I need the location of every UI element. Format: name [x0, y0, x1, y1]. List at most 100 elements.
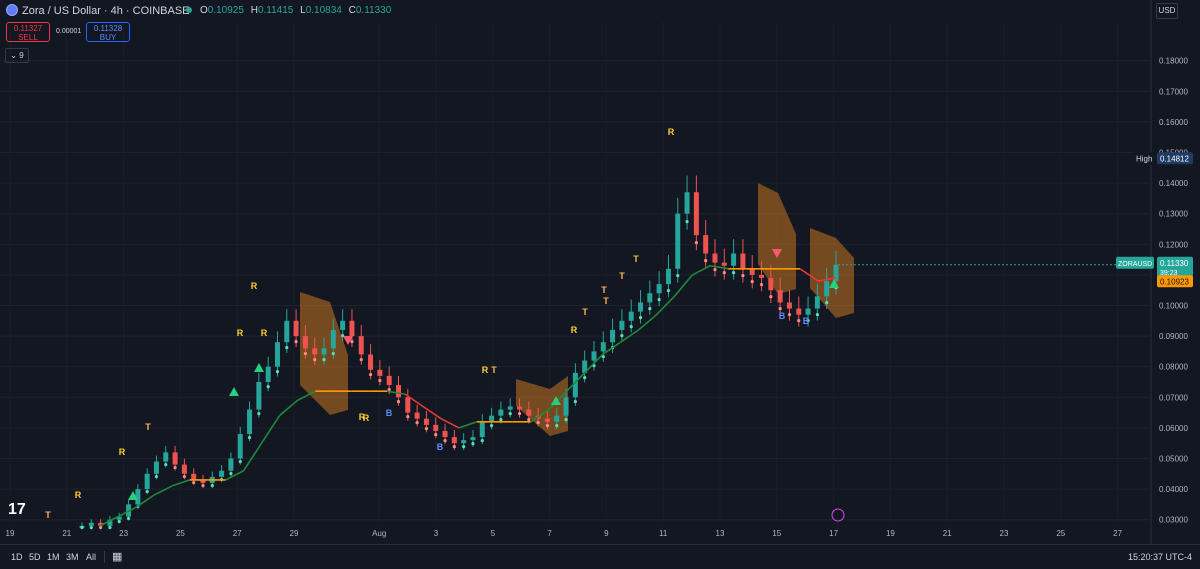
trail-dot	[657, 298, 661, 302]
trail-dot	[499, 417, 503, 422]
divider	[104, 551, 105, 563]
chevron-down-icon: ⌄	[10, 51, 17, 60]
candle-body	[805, 308, 811, 315]
trail-dot	[527, 417, 531, 422]
candle-body	[600, 342, 606, 352]
trail-dot	[164, 462, 168, 467]
candle-body	[675, 213, 681, 269]
trail-dot	[154, 474, 159, 479]
y-tick-label: 0.16000	[1159, 118, 1188, 127]
calendar-range-icon[interactable]: ▦	[112, 550, 126, 563]
candle-body	[358, 336, 364, 355]
candle-body	[312, 348, 318, 355]
x-tick-label: 11	[659, 529, 668, 538]
sell-button[interactable]: 0.11327 SELL	[6, 22, 50, 42]
y-tick-label: 0.03000	[1159, 516, 1188, 525]
trail-dot	[666, 289, 671, 293]
range-all[interactable]: All	[86, 552, 96, 562]
candle-body	[591, 351, 597, 361]
currency-selector[interactable]: USD	[1156, 3, 1178, 19]
signal-label: T	[491, 365, 497, 375]
trail-dot	[257, 411, 261, 416]
candle-body	[526, 409, 532, 416]
trail-dot	[685, 220, 689, 224]
x-tick-label: 27	[1113, 529, 1122, 538]
signal-label: B	[386, 408, 393, 418]
signal-label: R	[251, 281, 258, 291]
trail-line-segment	[692, 265, 711, 276]
chart-header: Zora / US Dollar · 4h · COINBASE O0.1092…	[0, 0, 1150, 22]
candle-body	[768, 277, 774, 291]
candle-body	[610, 329, 616, 343]
trail-dot	[638, 316, 643, 320]
x-tick-label: 15	[772, 529, 781, 538]
signal-label: R	[75, 490, 82, 500]
trail-dot	[704, 259, 708, 263]
trail-dot	[573, 399, 577, 404]
candle-body	[731, 253, 737, 266]
range-5d[interactable]: 5D	[29, 552, 41, 562]
trail-dot	[825, 301, 829, 305]
candle-body	[786, 302, 792, 309]
trail-line-segment	[225, 470, 244, 481]
signal-label: T	[633, 254, 639, 264]
y-tick-label: 0.13000	[1159, 210, 1188, 219]
trail-line-segment	[673, 274, 694, 297]
trail-dot	[210, 483, 214, 488]
signal-label: R	[261, 328, 268, 338]
candle-body	[265, 366, 271, 382]
signal-label: R	[571, 325, 578, 335]
x-tick-label: 19	[6, 529, 15, 538]
buy-button[interactable]: 0.11328 BUY	[86, 22, 130, 42]
trail-dot	[350, 340, 354, 344]
candle-body	[647, 293, 653, 303]
y-tick-label: 0.18000	[1159, 57, 1188, 66]
range-3m[interactable]: 3M	[66, 552, 79, 562]
range-1d[interactable]: 1D	[11, 552, 23, 562]
candle-body	[442, 430, 448, 438]
candle-body	[395, 385, 401, 398]
y-tick-label: 0.06000	[1159, 424, 1188, 433]
candle-body	[163, 452, 169, 462]
trail-dot	[648, 307, 652, 311]
candle-body	[228, 458, 234, 471]
candle-body	[256, 382, 262, 410]
range-box	[516, 376, 568, 436]
trail-dot	[722, 271, 726, 275]
trail-dot	[201, 483, 205, 488]
signal-label: R	[363, 413, 370, 423]
candle-body	[554, 415, 560, 422]
candle-body	[507, 406, 513, 410]
y-tick-label: 0.08000	[1159, 363, 1188, 372]
symbol-title[interactable]: Zora / US Dollar · 4h · COINBASE	[22, 5, 190, 17]
candle-body	[405, 397, 411, 413]
candle-body	[498, 409, 504, 416]
trail-dot	[303, 352, 308, 356]
x-tick-label: 5	[491, 529, 496, 538]
indicator-toggle[interactable]: ⌄ 9	[5, 48, 29, 63]
high-value: 0.14812	[1160, 154, 1189, 163]
trail-dot	[694, 241, 698, 245]
price-chart[interactable]: 0.180000.170000.160000.150000.140000.130…	[0, 0, 1200, 545]
y-tick-label: 0.09000	[1159, 332, 1188, 341]
trail-dot	[536, 420, 540, 425]
last-price-value: 0.11330	[1160, 259, 1189, 268]
clock-readout[interactable]: 15:20:37 UTC-4	[1128, 552, 1192, 562]
x-tick-label: 29	[290, 529, 299, 538]
trail-line-segment	[440, 418, 460, 429]
candle-body	[386, 375, 392, 386]
signal-label: B	[779, 311, 786, 321]
range-1m[interactable]: 1M	[47, 552, 60, 562]
trail-dot	[126, 516, 131, 521]
symbol-label: ZORAUSD	[1118, 261, 1152, 268]
buy-signal-marker	[254, 363, 264, 372]
trail-dot	[545, 423, 550, 428]
x-tick-label: 23	[1000, 529, 1009, 538]
y-tick-label: 0.14000	[1159, 179, 1188, 188]
trail-dot	[713, 268, 717, 272]
candle-body	[461, 440, 467, 444]
x-tick-label: 23	[119, 529, 128, 538]
trail-dot	[620, 334, 624, 338]
candle-body	[349, 320, 355, 337]
x-tick-label: 7	[547, 529, 552, 538]
